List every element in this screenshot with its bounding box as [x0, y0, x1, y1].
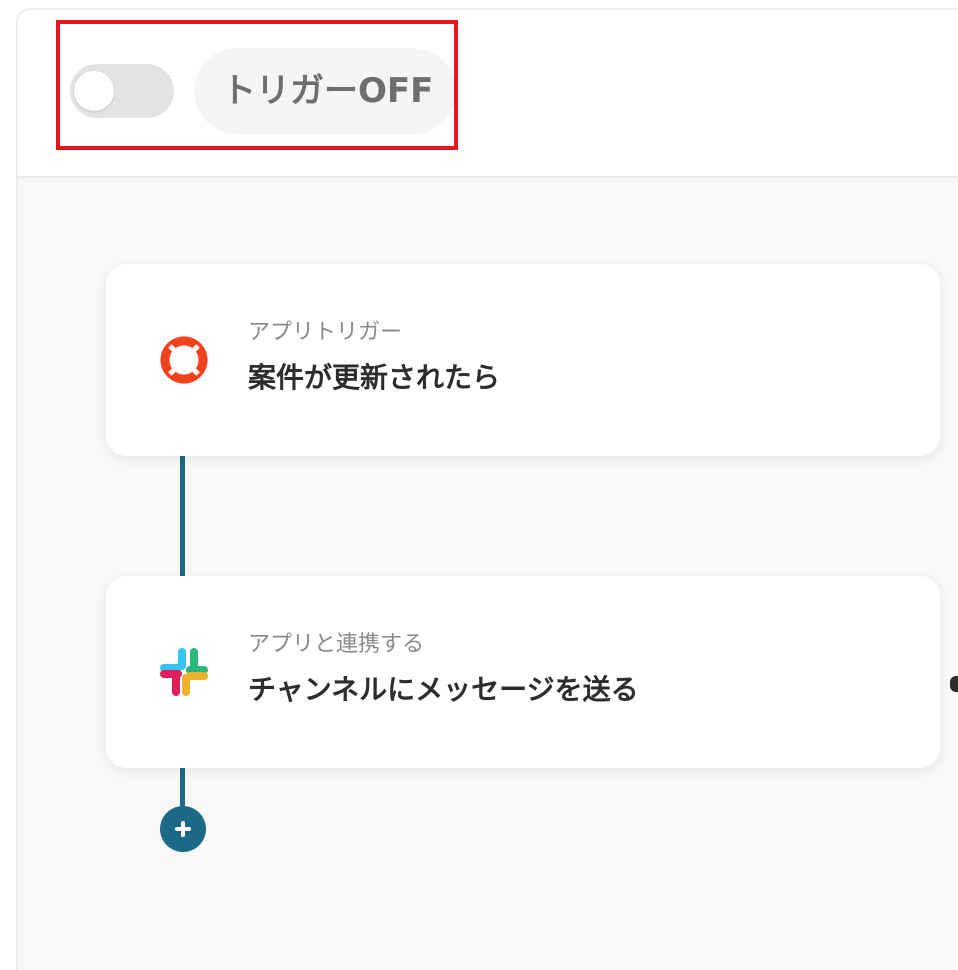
trigger-toggle-switch[interactable] [70, 64, 174, 118]
lifebuoy-icon [160, 336, 208, 384]
flow-step-card-trigger[interactable]: アプリトリガー 案件が更新されたら [106, 264, 940, 456]
flow-connector-line [180, 454, 185, 578]
step-title: チャンネルにメッセージを送る [248, 673, 639, 706]
add-step-button[interactable] [160, 806, 206, 852]
flow-connector-line [180, 766, 185, 810]
toggle-knob [74, 71, 114, 111]
trigger-status-label[interactable]: トリガーOFF [194, 48, 456, 134]
step-title: 案件が更新されたら [248, 361, 501, 394]
flow-step-card-slack[interactable]: アプリと連携する チャンネルにメッセージを送る [106, 576, 940, 768]
flow-header: トリガーOFF [18, 10, 958, 178]
slack-icon [160, 648, 208, 696]
step-type-label: アプリと連携する [248, 632, 425, 657]
flow-editor-panel: トリガーOFF [16, 8, 958, 970]
panel-edge-handle[interactable] [950, 676, 958, 692]
step-type-label: アプリトリガー [248, 320, 403, 345]
